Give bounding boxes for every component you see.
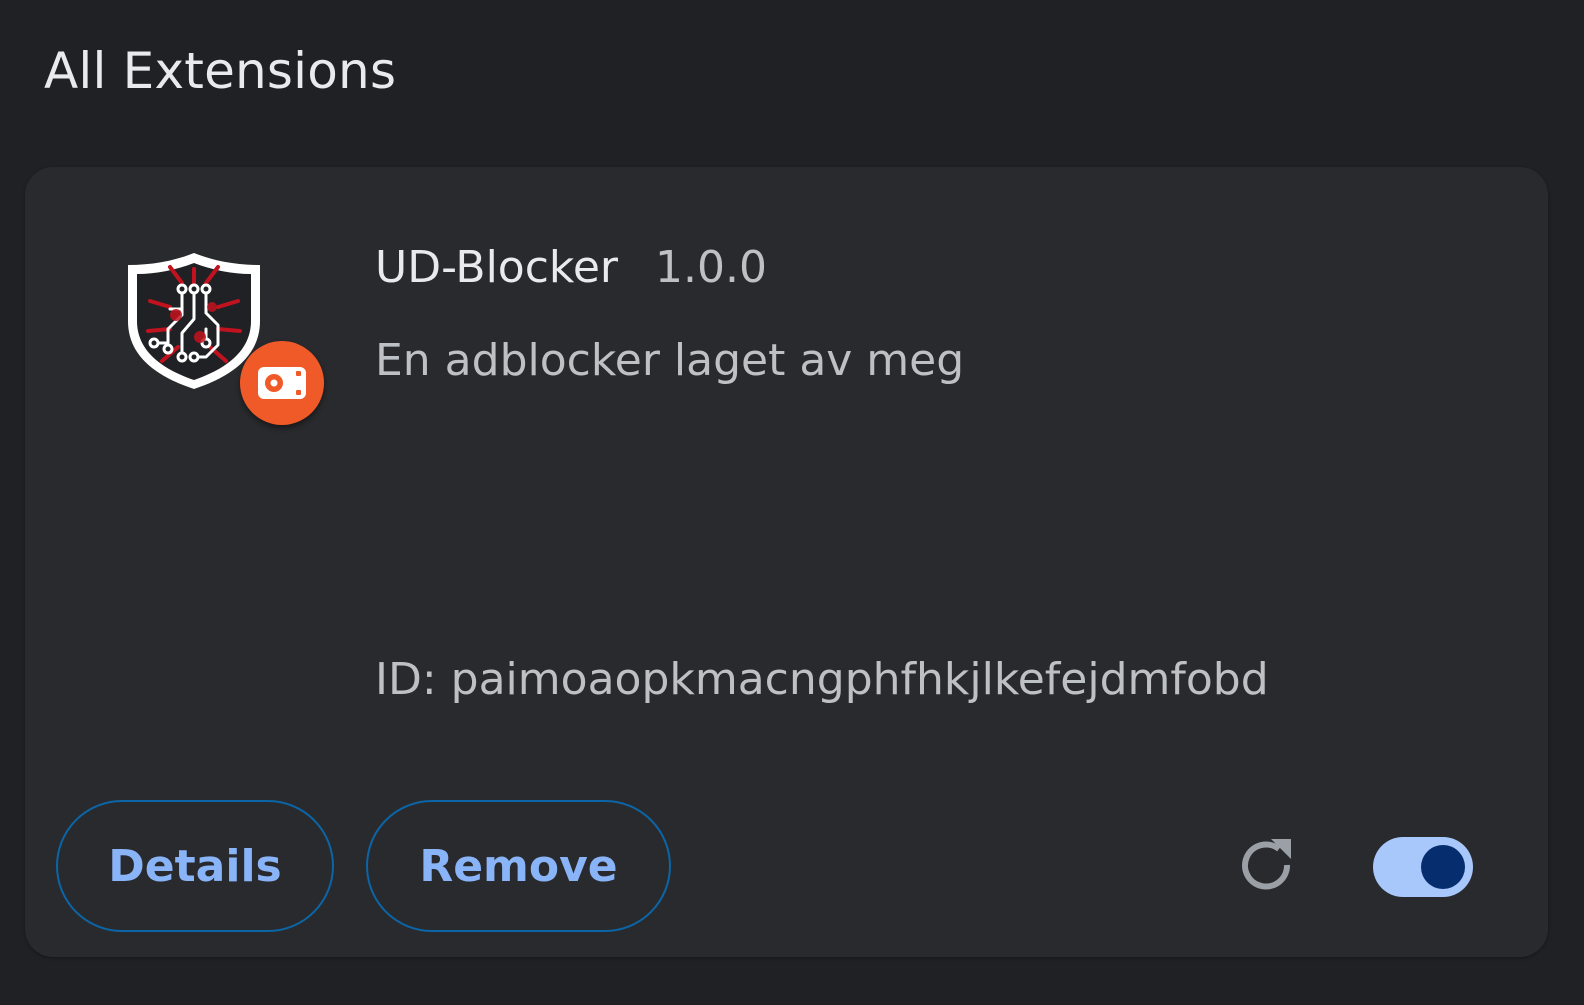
extension-version: 1.0.0 bbox=[655, 242, 767, 293]
extension-name: UD-Blocker bbox=[375, 242, 618, 293]
section-title: All Extensions bbox=[44, 42, 397, 100]
extension-icon-wrap bbox=[122, 249, 324, 429]
extension-description: En adblocker laget av meg bbox=[375, 335, 965, 386]
extension-card: UD-Blocker 1.0.0 En adblocker laget av m… bbox=[25, 167, 1548, 957]
reload-icon[interactable] bbox=[1235, 835, 1299, 899]
remove-button[interactable]: Remove bbox=[366, 800, 671, 932]
toggle-knob bbox=[1421, 845, 1465, 889]
extension-id: ID: paimoaopkmacngphfhkjlkefejdmfobd bbox=[375, 654, 1269, 705]
details-button[interactable]: Details bbox=[56, 800, 334, 932]
enable-toggle[interactable] bbox=[1373, 837, 1473, 897]
unpacked-source-icon bbox=[240, 341, 324, 425]
